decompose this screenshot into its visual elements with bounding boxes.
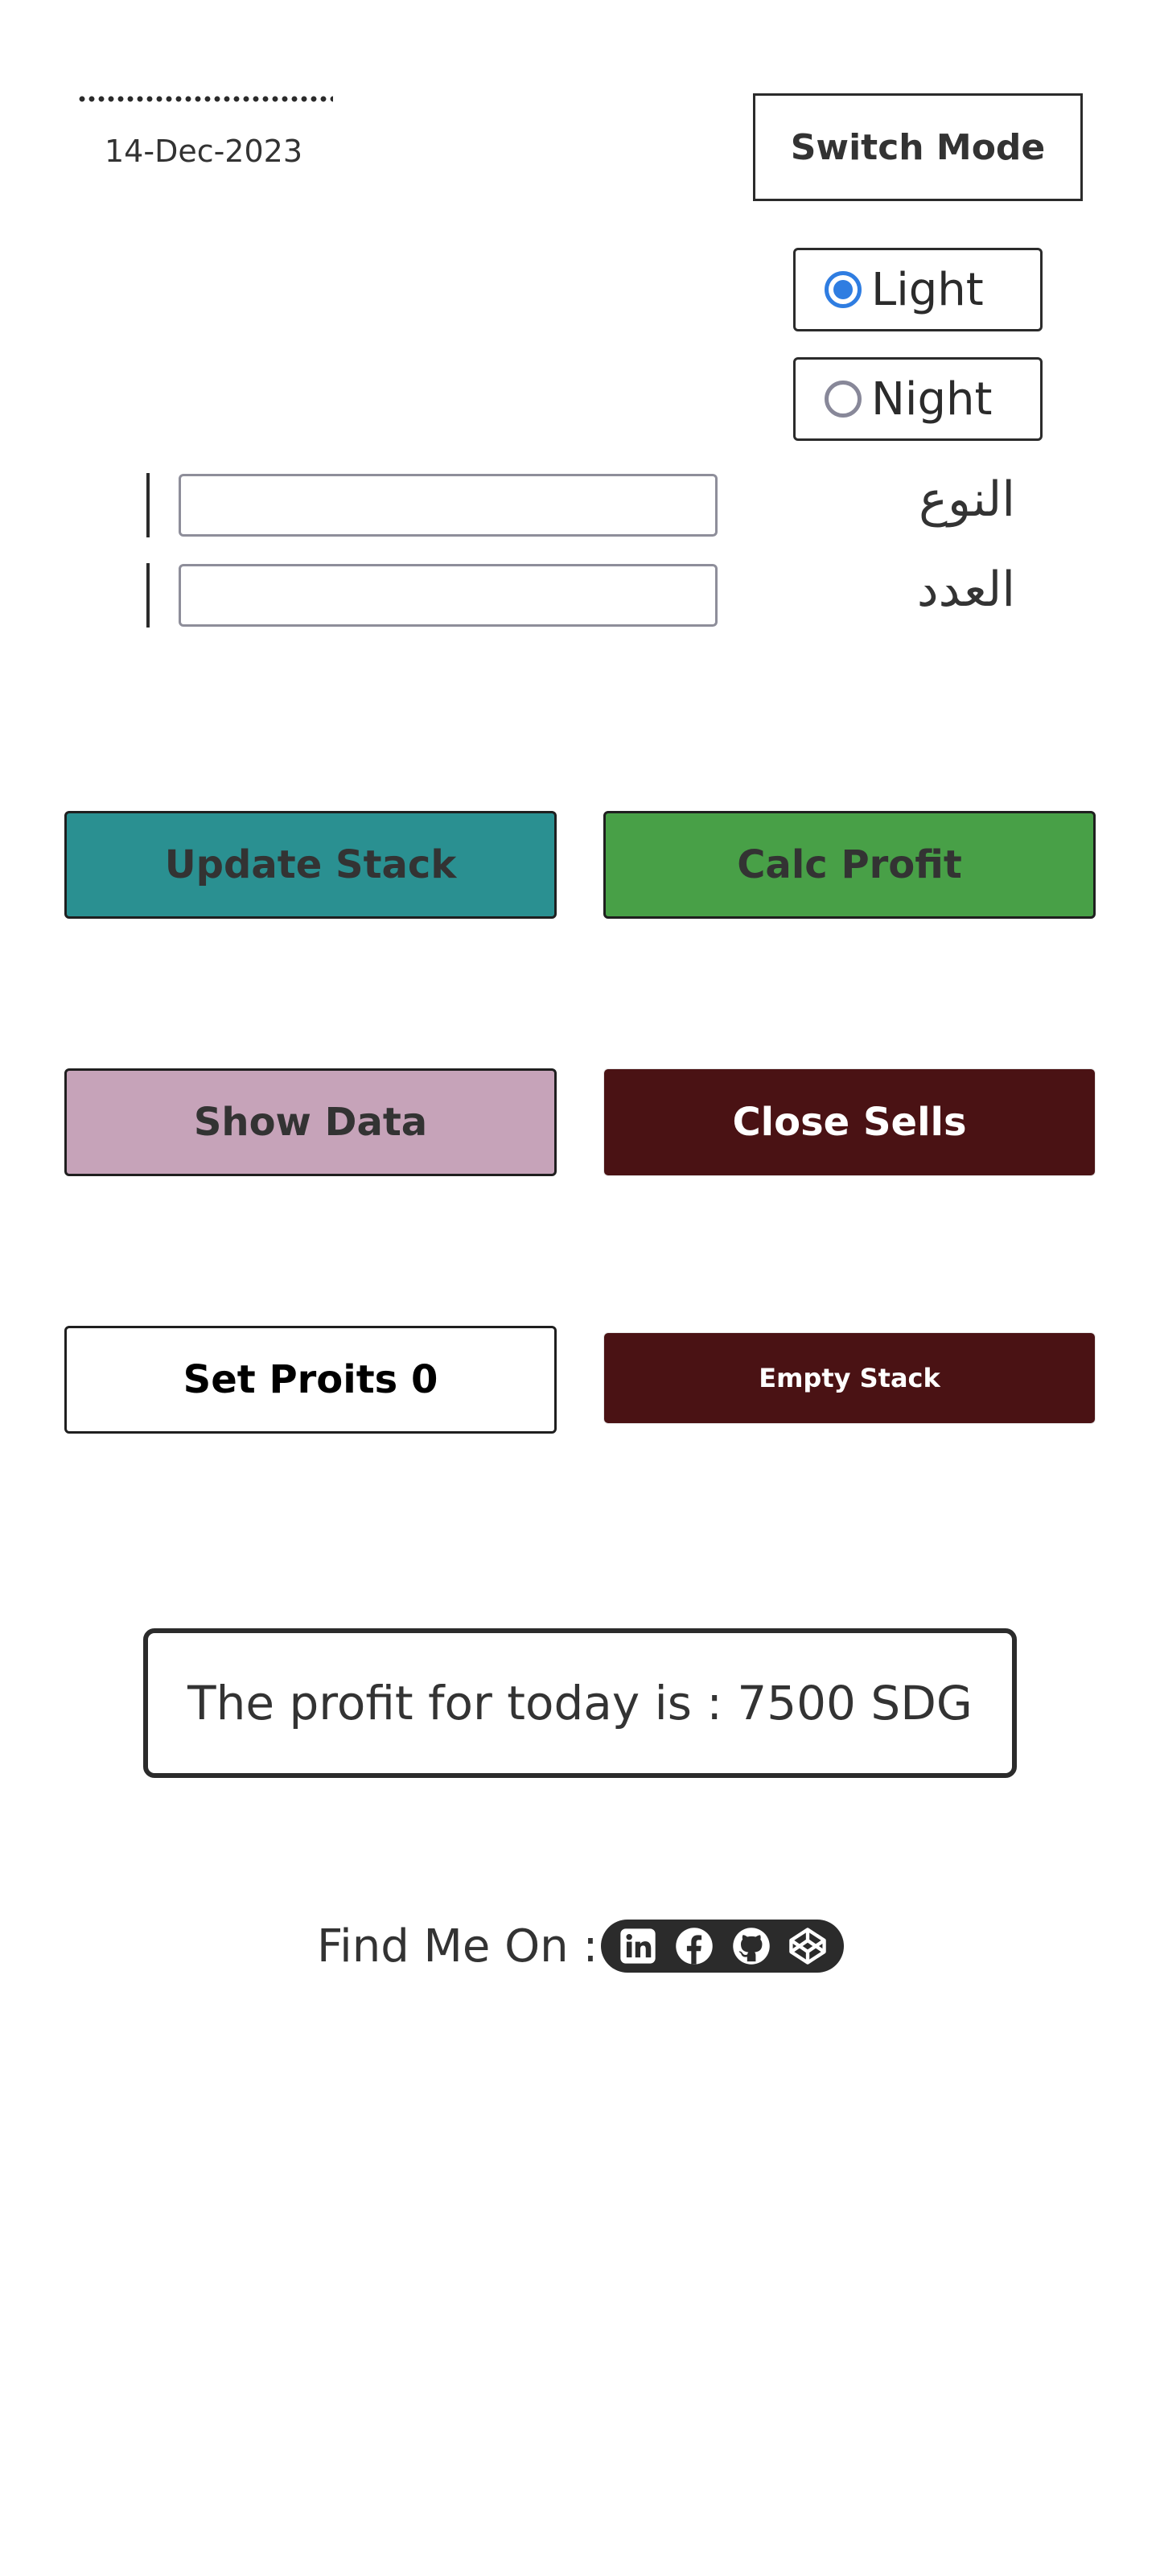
count-field-row: العدد <box>146 562 1015 629</box>
count-input[interactable] <box>179 564 718 627</box>
night-radio-button[interactable] <box>825 381 862 418</box>
dotted-divider <box>77 93 333 105</box>
date-text: 14-Dec-2023 <box>105 134 303 169</box>
find-me-label: Find Me On : <box>317 1920 599 1973</box>
close-sells-button[interactable]: Close Sells <box>603 1068 1096 1176</box>
social-footer: Find Me On : <box>317 1920 845 1973</box>
github-icon[interactable] <box>730 1924 773 1968</box>
codepen-icon[interactable] <box>786 1924 829 1968</box>
night-radio-label: Night <box>871 372 993 426</box>
type-input[interactable] <box>179 474 718 537</box>
count-field-marker <box>146 563 150 628</box>
empty-stack-button[interactable]: Empty Stack <box>603 1332 1096 1424</box>
facebook-icon[interactable] <box>673 1924 716 1968</box>
switch-mode-button[interactable]: Switch Mode <box>753 93 1083 201</box>
show-data-button[interactable]: Show Data <box>64 1068 557 1176</box>
linkedin-icon[interactable] <box>616 1924 660 1968</box>
update-stack-button[interactable]: Update Stack <box>64 811 557 919</box>
count-label: العدد <box>916 562 1015 618</box>
social-links <box>601 1920 845 1973</box>
type-label: النوع <box>919 471 1015 528</box>
light-mode-option[interactable]: Light <box>793 248 1043 331</box>
light-radio-label: Light <box>871 263 984 316</box>
type-field-row: النوع <box>146 471 1015 539</box>
light-radio-button[interactable] <box>825 271 862 308</box>
calc-profit-button[interactable]: Calc Profit <box>603 811 1096 919</box>
profit-display: The profit for today is : 7500 SDG <box>143 1628 1017 1778</box>
type-field-marker <box>146 473 150 537</box>
set-profits-button[interactable]: Set Proits 0 <box>64 1326 557 1434</box>
night-mode-option[interactable]: Night <box>793 357 1043 441</box>
